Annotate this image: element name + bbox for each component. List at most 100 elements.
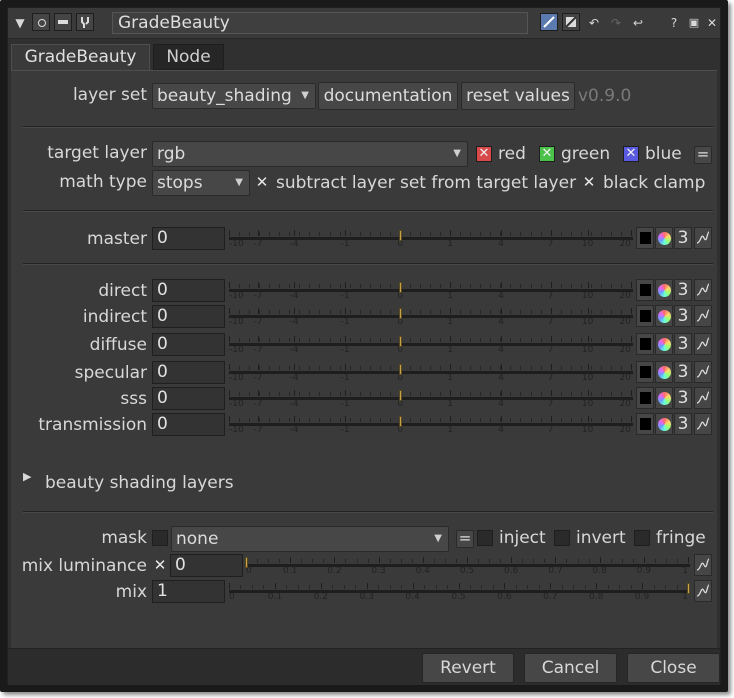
channel-count-button[interactable]: 3 — [674, 413, 692, 435]
layer-value-field[interactable]: 0 — [152, 413, 225, 436]
slider-handle[interactable] — [245, 557, 248, 568]
mask-link-button[interactable]: = — [456, 530, 474, 548]
red-checkbox[interactable]: ✕ — [476, 146, 492, 162]
color-swatch-button[interactable] — [636, 361, 654, 383]
mix-luminance-checkbox[interactable]: ✕ — [152, 557, 168, 573]
color-wheel-button[interactable] — [655, 305, 673, 327]
master-slider[interactable]: -10 -7 -4 -1 0 1 4 7 10 20 — [229, 228, 633, 250]
color-swatch-button[interactable] — [636, 279, 654, 301]
layer-slider[interactable]: -10 -7 -4 -1 0 1 4 7 10 20 — [229, 362, 633, 384]
color-wheel-button[interactable] — [655, 361, 673, 383]
channel-count-button[interactable]: 3 — [674, 279, 692, 301]
revert-arrow-icon[interactable]: ↩ — [628, 13, 648, 33]
slider-handle[interactable] — [399, 308, 403, 319]
color-swatch-button[interactable] — [636, 333, 654, 355]
color-swatch-button[interactable] — [636, 305, 654, 327]
layer-set-dropdown[interactable]: beauty_shading ▼ — [152, 83, 316, 109]
curve-button[interactable] — [694, 279, 712, 301]
curve-button[interactable] — [694, 227, 712, 249]
curve-button[interactable] — [694, 554, 712, 576]
beauty-shading-layers-group[interactable]: beauty shading layers — [45, 473, 234, 493]
tick-label: 10 — [581, 239, 594, 249]
green-checkbox[interactable]: ✕ — [539, 146, 555, 162]
color-swatch-button[interactable] — [636, 227, 654, 249]
curve-button[interactable] — [694, 580, 712, 602]
node-name-field[interactable]: GradeBeauty — [112, 12, 528, 34]
help-icon[interactable]: ? — [664, 13, 684, 33]
black-clamp-checkbox[interactable]: ✕ — [581, 174, 597, 190]
channel-count-button[interactable]: 3 — [674, 305, 692, 327]
tab-gradebeauty[interactable]: GradeBeauty — [11, 44, 150, 70]
layer-slider[interactable]: -10 -7 -4 -1 0 1 4 7 10 20 — [229, 334, 633, 356]
close-button[interactable]: Close — [627, 653, 720, 683]
curve-button[interactable] — [694, 387, 712, 409]
layer-value-field[interactable]: 0 — [152, 333, 225, 356]
fringe-checkbox[interactable] — [634, 530, 650, 546]
mask-dropdown[interactable]: none ▼ — [171, 526, 449, 552]
float-window-icon[interactable]: ▣ — [684, 13, 704, 33]
mask-checkbox[interactable] — [152, 530, 168, 546]
link-channels-button[interactable]: = — [694, 146, 712, 164]
color-mode-icon[interactable] — [540, 13, 558, 31]
slider-handle[interactable] — [399, 336, 403, 347]
layer-slider[interactable]: -10 -7 -4 -1 0 1 4 7 10 20 — [229, 280, 633, 302]
wrench-icon[interactable] — [76, 13, 94, 31]
slider-handle[interactable] — [399, 364, 403, 375]
minor-tick — [590, 232, 592, 236]
undo-icon[interactable]: ↶ — [584, 13, 604, 33]
mix-luminance-slider[interactable]: 0 0.1 0.2 0.3 0.4 0.5 0.6 0.7 0.8 0.9 1 — [245, 555, 690, 577]
minor-tick — [378, 585, 380, 589]
slider-handle[interactable] — [399, 390, 403, 401]
layer-slider[interactable]: -10 -7 -4 -1 0 1 4 7 10 20 — [229, 306, 633, 328]
slash-icon[interactable] — [562, 13, 580, 31]
slider-handle[interactable] — [399, 282, 403, 293]
color-wheel-button[interactable] — [655, 279, 673, 301]
color-wheel-button[interactable] — [655, 387, 673, 409]
layer-value-field[interactable]: 0 — [152, 279, 225, 302]
math-type-dropdown[interactable]: stops ▼ — [152, 170, 250, 196]
layer-slider[interactable]: -10 -7 -4 -1 0 1 4 7 10 20 — [229, 414, 633, 436]
master-value-field[interactable]: 0 — [152, 227, 225, 250]
viewer-toggle-icon[interactable] — [32, 13, 50, 31]
tick-label: 0.4 — [415, 566, 430, 576]
node-center-icon[interactable] — [54, 13, 72, 31]
target-layer-dropdown[interactable]: rgb ▼ — [152, 141, 468, 167]
revert-button[interactable]: Revert — [422, 653, 514, 683]
channel-count-button[interactable]: 3 — [674, 387, 692, 409]
cancel-button[interactable]: Cancel — [524, 653, 617, 683]
slider-handle[interactable] — [399, 230, 403, 241]
color-wheel-button[interactable] — [655, 333, 673, 355]
redo-icon[interactable]: ↷ — [606, 13, 626, 33]
color-swatch-button[interactable] — [636, 387, 654, 409]
channel-count-button[interactable]: 3 — [674, 333, 692, 355]
curve-button[interactable] — [694, 361, 712, 383]
mix-slider[interactable]: 0 0.1 0.2 0.3 0.4 0.5 0.6 0.7 0.8 0.9 1 — [229, 581, 690, 603]
curve-button[interactable] — [694, 413, 712, 435]
subtract-checkbox[interactable]: ✕ — [254, 174, 270, 190]
reset-values-button[interactable]: reset values — [461, 82, 575, 110]
color-swatch-button[interactable] — [636, 413, 654, 435]
layer-value-field[interactable]: 0 — [152, 361, 225, 384]
channel-count-button[interactable]: 3 — [674, 227, 692, 249]
layer-value-field[interactable]: 0 — [152, 305, 225, 328]
layer-value-field[interactable]: 0 — [152, 387, 225, 410]
documentation-button[interactable]: documentation — [318, 82, 458, 110]
close-icon[interactable]: ✕ — [702, 13, 722, 33]
blue-checkbox[interactable]: ✕ — [623, 146, 639, 162]
channel-count-button[interactable]: 3 — [674, 361, 692, 383]
collapse-triangle-icon[interactable]: ▼ — [10, 13, 30, 33]
mix-luminance-field[interactable]: 0 — [170, 554, 243, 577]
layer-slider[interactable]: -10 -7 -4 -1 0 1 4 7 10 20 — [229, 388, 633, 410]
slider-handle[interactable] — [687, 583, 690, 594]
slider-handle[interactable] — [399, 416, 403, 427]
expand-triangle-icon[interactable]: ▶ — [23, 467, 31, 487]
invert-checkbox[interactable] — [554, 530, 570, 546]
color-wheel-button[interactable] — [655, 227, 673, 249]
green-label: green — [561, 144, 611, 164]
mix-field[interactable]: 1 — [152, 580, 225, 603]
curve-button[interactable] — [694, 333, 712, 355]
inject-checkbox[interactable] — [477, 530, 493, 546]
color-wheel-button[interactable] — [655, 413, 673, 435]
curve-button[interactable] — [694, 305, 712, 327]
tab-node[interactable]: Node — [153, 44, 224, 70]
